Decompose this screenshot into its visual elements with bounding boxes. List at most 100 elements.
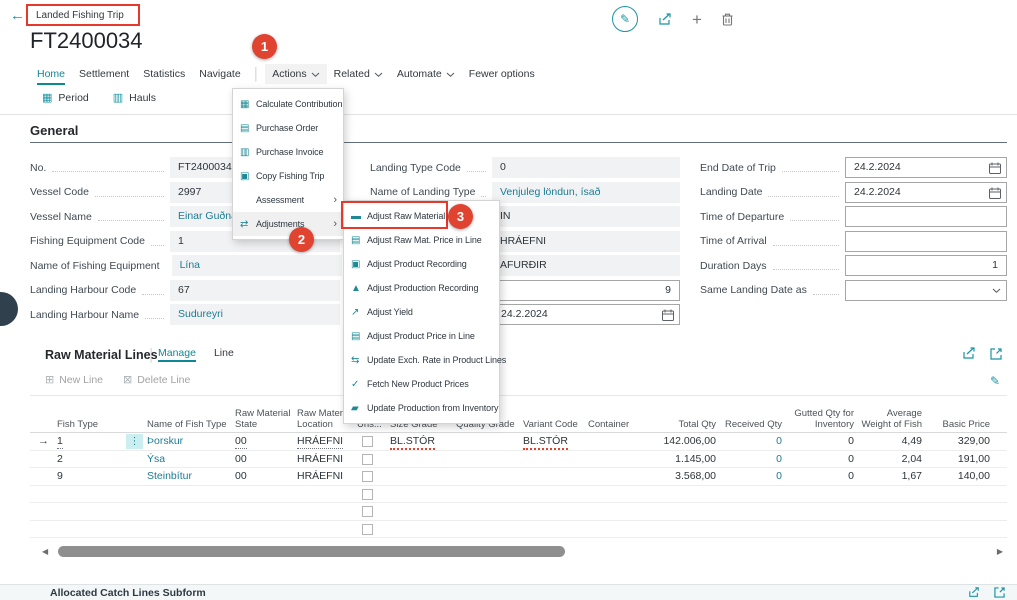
empty-table-row[interactable] [30, 486, 1007, 504]
cell-name[interactable]: Þorskur [147, 433, 231, 450]
field-value[interactable]: Sudureyri [170, 304, 340, 325]
scrollbar-thumb[interactable] [58, 546, 565, 557]
field-value[interactable]: 24.2.2024 [492, 304, 680, 325]
part-tab-manage[interactable]: Manage [158, 347, 196, 362]
scroll-right-icon[interactable]: ▶ [997, 547, 1003, 556]
field-value[interactable]: Lína [172, 255, 342, 276]
menu-item-adjust-raw-material[interactable]: ▬Adjust Raw Material [344, 204, 499, 228]
edit-list-icon[interactable]: ✎ [990, 374, 1000, 388]
row-options-icon[interactable]: ⋮ [126, 434, 143, 449]
cell-total_qty[interactable]: 142.006,00 [630, 433, 716, 450]
cell-average_weight_of_fish[interactable]: 1,67 [856, 468, 922, 485]
column-header-fish_type[interactable]: Fish Type [57, 420, 123, 431]
cell-state[interactable]: 00 [235, 433, 293, 450]
field-value[interactable]: Venjuleg löndun, ísað [492, 182, 680, 203]
column-header-received_qty[interactable]: Received Qty [716, 420, 782, 431]
column-header-state[interactable]: Raw Material State [235, 409, 293, 430]
cell-name[interactable]: Ýsa [147, 451, 231, 468]
chevron-down-icon[interactable] [992, 288, 1001, 294]
cell-received_qty[interactable]: 0 [716, 468, 782, 485]
allocated-catch-lines-subform-bar[interactable]: Allocated Catch Lines Subform [0, 584, 1017, 600]
unsorted-checkbox[interactable] [362, 454, 373, 465]
calendar-icon[interactable] [989, 187, 1001, 199]
new-line-button[interactable]: ⊞New Line [45, 373, 103, 386]
tab-fewer-options[interactable]: Fewer options [462, 64, 542, 84]
unsorted-checkbox[interactable] [362, 489, 373, 500]
cell-fish_type[interactable]: 1 [57, 433, 123, 450]
cell-gutted_qty_for_inventory[interactable]: 0 [784, 451, 854, 468]
cell-state[interactable]: 00 [235, 468, 293, 485]
horizontal-scrollbar[interactable]: ◀ ▶ [30, 544, 1007, 559]
delete-icon[interactable] [722, 13, 733, 26]
tab-home[interactable]: Home [30, 64, 72, 84]
calendar-icon[interactable] [662, 309, 674, 321]
tab-actions[interactable]: Actions [265, 64, 326, 84]
column-header-name[interactable]: Name of Fish Type [147, 420, 231, 431]
menu-item-adjust-product-recording[interactable]: ▣Adjust Product Recording [344, 252, 499, 276]
cell-location[interactable]: HRÁEFNI [297, 468, 354, 485]
cell-state[interactable]: 00 [235, 451, 293, 468]
cell-basic_price[interactable]: 140,00 [924, 468, 990, 485]
tab-related[interactable]: Related [327, 64, 390, 84]
field-value[interactable]: HRÁEFNI [492, 231, 680, 252]
back-arrow-icon[interactable]: ← [10, 7, 25, 24]
share-icon[interactable] [968, 587, 980, 598]
menu-item-copy-fishing-trip[interactable]: ▣Copy Fishing Trip [233, 164, 343, 188]
table-row[interactable]: 9Steinbítur00HRÁEFNI3.568,00001,67140,00 [30, 468, 1007, 486]
cell-location[interactable]: HRÁEFNI [297, 433, 354, 450]
cell-gutted_qty_for_inventory[interactable]: 0 [784, 433, 854, 450]
field-value[interactable]: 67 [170, 280, 340, 301]
menu-item-update-exch-rate-in-product-lines[interactable]: ⇆Update Exch. Rate in Product Lines [344, 348, 499, 372]
tab-settlement[interactable]: Settlement [72, 64, 136, 84]
menu-item-purchase-order[interactable]: ▤Purchase Order [233, 116, 343, 140]
menu-item-adjust-raw-mat-price-in-line[interactable]: ▤Adjust Raw Mat. Price in Line [344, 228, 499, 252]
field-value[interactable]: AFURÐIR [492, 255, 680, 276]
delete-line-button[interactable]: ⊠Delete Line [123, 373, 190, 386]
unsorted-checkbox[interactable] [362, 436, 373, 447]
cell-total_qty[interactable]: 3.568,00 [630, 468, 716, 485]
table-row[interactable]: →⋮1Þorskur00HRÁEFNIBL.STÓRBL.STÓR142.006… [30, 433, 1007, 451]
edit-pencil-icon[interactable]: ✎ [612, 6, 638, 32]
unsorted-checkbox[interactable] [362, 506, 373, 517]
tab-automate[interactable]: Automate [390, 64, 462, 84]
cell-basic_price[interactable]: 329,00 [924, 433, 990, 450]
field-value[interactable]: 9 [492, 280, 680, 301]
cell-location[interactable]: HRÁEFNI [297, 451, 354, 468]
period-button[interactable]: ▦Period [42, 91, 89, 104]
tab-statistics[interactable]: Statistics [136, 64, 192, 84]
hauls-button[interactable]: ▥Hauls [113, 91, 156, 104]
calendar-icon[interactable] [989, 162, 1001, 174]
share-icon[interactable] [658, 13, 672, 26]
cell-fish_type[interactable]: 2 [57, 451, 123, 468]
menu-item-adjust-product-price-in-line[interactable]: ▤Adjust Product Price in Line [344, 324, 499, 348]
field-value[interactable] [845, 206, 1007, 227]
field-value[interactable] [845, 280, 1007, 301]
cell-fish_type[interactable]: 9 [57, 468, 123, 485]
table-row[interactable]: 2Ýsa00HRÁEFNI1.145,00002,04191,00 [30, 451, 1007, 469]
column-header-total_qty[interactable]: Total Qty [630, 420, 716, 431]
add-icon[interactable]: + [692, 11, 702, 28]
menu-item-purchase-invoice[interactable]: ▥Purchase Invoice [233, 140, 343, 164]
cell-basic_price[interactable]: 191,00 [924, 451, 990, 468]
unsorted-checkbox[interactable] [362, 471, 373, 482]
part-tab-line[interactable]: Line [214, 347, 234, 362]
cell-average_weight_of_fish[interactable]: 4,49 [856, 433, 922, 450]
cell-total_qty[interactable]: 1.145,00 [630, 451, 716, 468]
menu-item-adjust-yield[interactable]: ↗Adjust Yield [344, 300, 499, 324]
column-header-variant_code[interactable]: Variant Code [523, 420, 585, 431]
expand-icon[interactable] [990, 347, 1002, 360]
menu-item-adjust-production-recording[interactable]: ▲Adjust Production Recording [344, 276, 499, 300]
field-value[interactable]: 24.2.2024 [845, 182, 1007, 203]
expand-icon[interactable] [994, 587, 1005, 598]
column-header-basic_price[interactable]: Basic Price [924, 420, 990, 431]
menu-item-fetch-new-product-prices[interactable]: ✓Fetch New Product Prices [344, 372, 499, 396]
cell-gutted_qty_for_inventory[interactable]: 0 [784, 468, 854, 485]
cell-received_qty[interactable]: 0 [716, 433, 782, 450]
field-value[interactable]: 24.2.2024 [845, 157, 1007, 178]
empty-table-row[interactable] [30, 521, 1007, 539]
scroll-left-icon[interactable]: ◀ [42, 547, 48, 556]
tab-navigate[interactable]: Navigate [192, 64, 247, 84]
general-section-heading[interactable]: General [30, 123, 78, 138]
cell-average_weight_of_fish[interactable]: 2,04 [856, 451, 922, 468]
menu-item-update-production-from-inventory[interactable]: ▰Update Production from Inventory [344, 396, 499, 420]
